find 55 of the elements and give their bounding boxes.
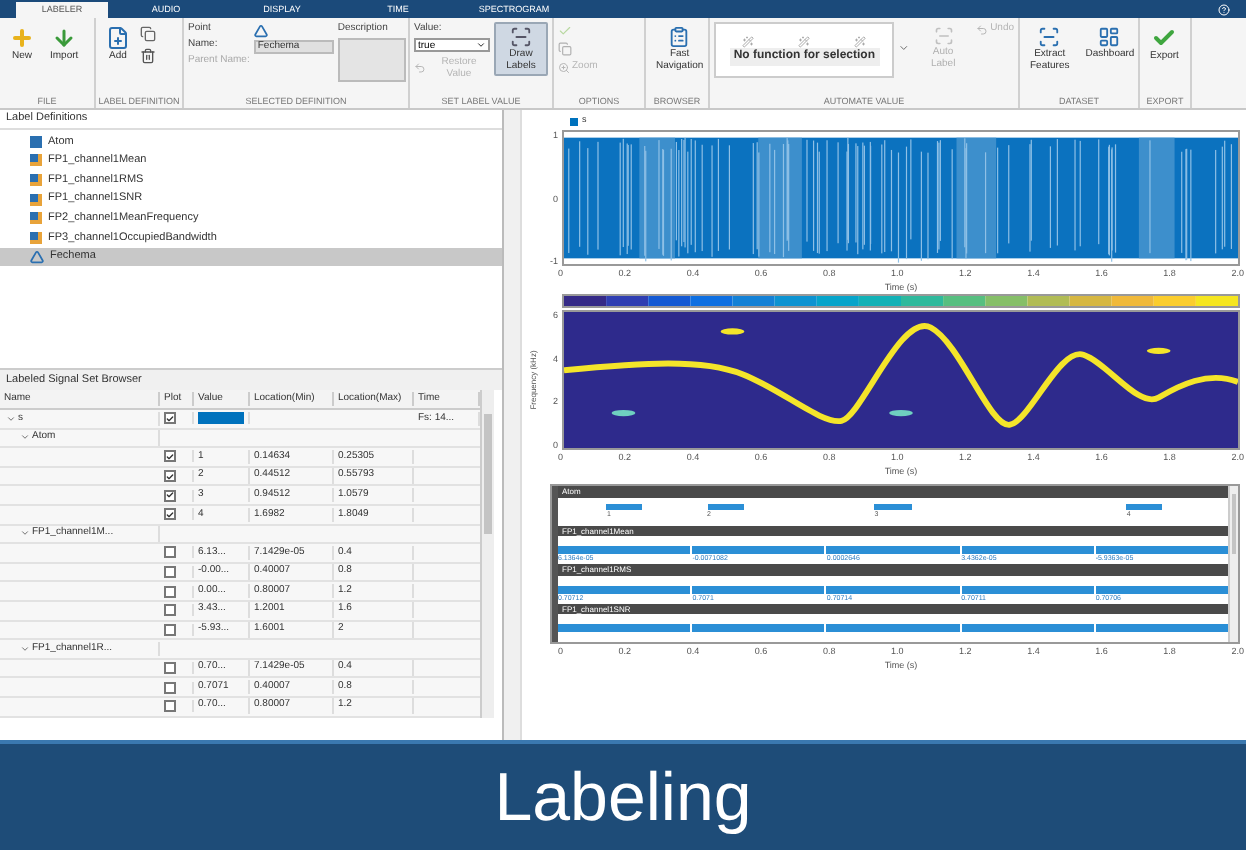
plot-checkbox[interactable]	[164, 700, 176, 713]
arrow-down-icon	[52, 26, 77, 50]
plot-checkbox[interactable]	[164, 662, 176, 675]
segment-bar[interactable]	[558, 585, 691, 593]
region-bar[interactable]	[874, 503, 913, 509]
function-icon	[742, 35, 755, 47]
segment-bar[interactable]	[961, 585, 1094, 593]
scrollbar[interactable]	[1228, 486, 1238, 642]
check-icon	[1152, 26, 1177, 50]
help-icon[interactable]	[1218, 3, 1230, 15]
add-file-icon	[106, 26, 130, 50]
gallery-caret-icon[interactable]	[898, 42, 911, 54]
auto-label-icon	[933, 26, 954, 46]
plot-checkbox[interactable]	[164, 489, 176, 502]
function-icon	[854, 35, 867, 47]
segment-bar[interactable]	[826, 585, 960, 593]
plot-checkbox[interactable]	[164, 546, 176, 559]
plot-checkbox[interactable]	[164, 681, 176, 694]
expand-caret-icon[interactable]	[20, 643, 30, 654]
dashboard-icon	[1098, 26, 1121, 48]
caret-icon	[476, 40, 486, 50]
delete-icon[interactable]	[140, 48, 156, 64]
region-bar[interactable]	[606, 503, 643, 509]
triangle-icon	[30, 249, 44, 264]
legend-swatch	[570, 117, 578, 125]
plot-checkbox[interactable]	[164, 566, 176, 579]
segment-bar[interactable]	[1095, 585, 1229, 593]
region-bar[interactable]	[1126, 503, 1163, 509]
description-field[interactable]	[337, 38, 406, 82]
roi-icon	[30, 135, 42, 148]
restore-icon	[414, 62, 426, 74]
plot-checkbox[interactable]	[164, 450, 176, 463]
check-icon[interactable]	[558, 24, 572, 38]
undo-icon	[976, 23, 989, 36]
plot-checkbox[interactable]	[164, 508, 176, 521]
plot-checkbox[interactable]	[164, 585, 176, 598]
triangle-icon	[253, 24, 268, 38]
segment-bar[interactable]	[692, 585, 825, 593]
plot-checkbox[interactable]	[164, 623, 176, 636]
expand-caret-icon[interactable]	[20, 432, 30, 443]
plus-icon	[10, 26, 34, 50]
scan-icon	[1038, 26, 1061, 48]
clipboard-icon	[668, 26, 691, 48]
copy-icon[interactable]	[140, 26, 156, 42]
plot-checkbox[interactable]	[164, 470, 176, 483]
expand-caret-icon[interactable]	[6, 413, 16, 424]
scrollbar[interactable]	[480, 390, 494, 717]
banner-title: Labeling	[494, 763, 752, 831]
plot-checkbox[interactable]	[164, 412, 176, 425]
expand-caret-icon[interactable]	[20, 528, 30, 539]
plot-checkbox[interactable]	[164, 604, 176, 617]
function-icon	[798, 35, 811, 47]
region-bar[interactable]	[707, 503, 745, 509]
zoom-icon	[558, 61, 570, 74]
draw-icon	[510, 26, 532, 48]
